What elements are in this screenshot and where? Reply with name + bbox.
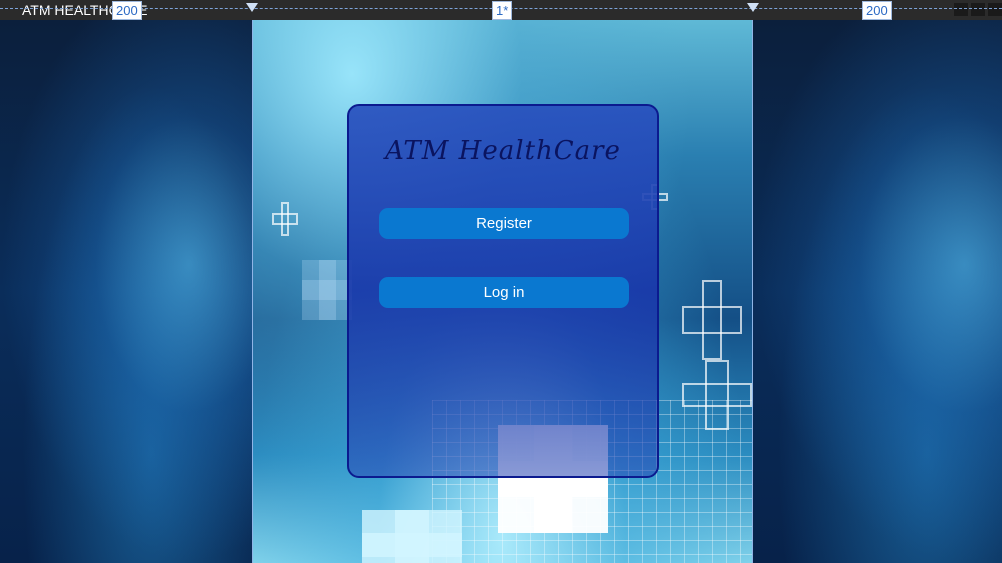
center-column-width-marker[interactable]: 1* — [492, 1, 513, 20]
left-splitter-handle-icon[interactable] — [246, 3, 258, 12]
left-column-divider — [252, 20, 253, 563]
minimize-button[interactable] — [954, 3, 968, 16]
right-column-width-marker[interactable]: 200 — [862, 1, 892, 20]
register-button[interactable]: Register — [379, 208, 629, 239]
right-splitter-handle-icon[interactable] — [747, 3, 759, 12]
right-column-divider — [752, 20, 753, 563]
welcome-card: ATM HealthCare Register Log in — [347, 104, 659, 478]
medical-cross-icon — [682, 360, 752, 430]
close-button[interactable] — [988, 3, 1002, 16]
medical-cross-icon — [302, 260, 352, 320]
right-background-image — [752, 20, 1002, 563]
left-background-image — [0, 20, 252, 563]
maximize-button[interactable] — [971, 3, 985, 16]
left-column-width-marker[interactable]: 200 — [112, 1, 142, 20]
login-button[interactable]: Log in — [379, 277, 629, 308]
medical-cross-icon — [362, 510, 462, 563]
medical-cross-icon — [682, 280, 742, 360]
medical-cross-icon — [272, 202, 298, 236]
app-title: ATM HealthCare — [385, 136, 621, 166]
